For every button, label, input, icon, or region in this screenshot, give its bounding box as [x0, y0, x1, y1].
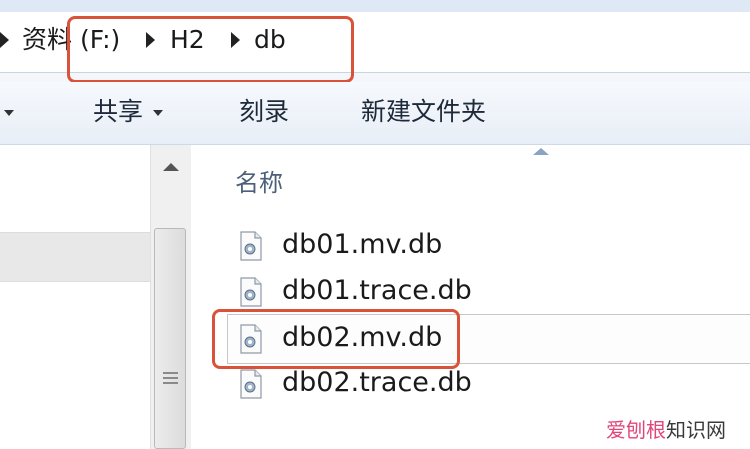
breadcrumb-separator-icon[interactable]: [0, 32, 9, 48]
new-folder-button[interactable]: 新建文件夹: [361, 92, 486, 132]
watermark-suffix: 知识网: [666, 418, 726, 442]
file-list-pane: 名称 db01.mv.db db01.trace.db db02.mv.db d…: [191, 145, 750, 449]
database-file-icon: [240, 231, 262, 261]
window-frame-strip: [0, 0, 750, 12]
database-file-icon: [240, 277, 262, 307]
navigation-scrollbar[interactable]: [150, 145, 192, 449]
organize-menu-button[interactable]: [0, 92, 14, 132]
chevron-down-icon: [153, 110, 164, 116]
share-menu-button[interactable]: 共享: [93, 92, 164, 132]
burn-button[interactable]: 刻录: [239, 92, 289, 132]
grip-line: [163, 372, 178, 374]
file-highlight-annotation: [212, 309, 460, 369]
grip-line: [163, 377, 178, 379]
column-header-name[interactable]: 名称: [235, 163, 283, 198]
file-name: db01.mv.db: [282, 229, 443, 260]
watermark-brand: 爱刨根: [606, 418, 666, 442]
command-bar: 共享 刻录 新建文件夹: [0, 82, 750, 145]
watermark: 爱刨根知识网: [606, 414, 726, 443]
grip-line: [163, 382, 178, 384]
address-bar: 资料 (F:) H2 db: [0, 0, 750, 83]
share-label: 共享: [93, 97, 144, 126]
scroll-up-arrow-icon[interactable]: [163, 163, 179, 171]
database-file-icon: [240, 369, 262, 399]
navigation-pane: [0, 145, 150, 449]
file-name: db01.trace.db: [282, 275, 472, 306]
sort-ascending-icon: [533, 148, 549, 155]
breadcrumb-highlight-annotation: [67, 16, 354, 83]
navigation-item-selected[interactable]: [0, 232, 150, 282]
chevron-down-icon: [4, 110, 14, 116]
scrollbar-thumb[interactable]: [154, 228, 186, 449]
